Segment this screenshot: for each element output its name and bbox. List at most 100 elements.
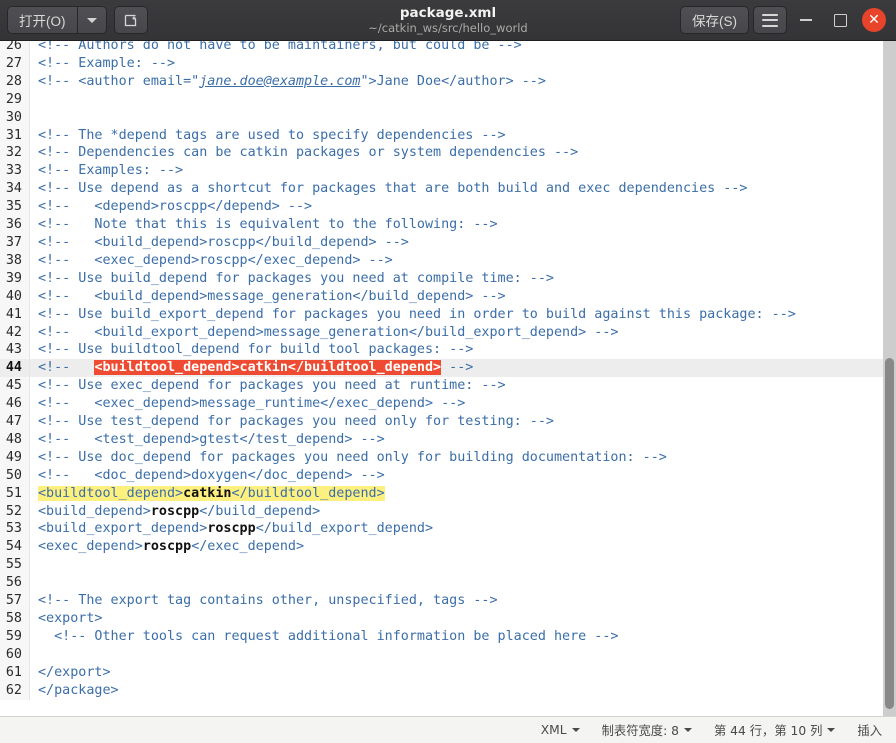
- code-line[interactable]: 46 <!-- <exec_depend>message_runtime</exe…: [0, 395, 883, 414]
- code-token: <!-- <build_depend>roscpp</build_depend>…: [38, 234, 409, 250]
- code-line-text[interactable]: <!-- Example: -->: [30, 55, 883, 73]
- code-line-text[interactable]: <buildtool_depend>catkin</buildtool_depe…: [30, 485, 883, 503]
- code-line[interactable]: 29​: [0, 90, 883, 109]
- close-icon: ✕: [862, 8, 886, 32]
- code-line-text[interactable]: <!-- Examples: -->: [30, 162, 883, 180]
- status-language-selector[interactable]: XML: [541, 723, 580, 737]
- code-line[interactable]: 42 <!-- <build_export_depend>message_gene…: [0, 323, 883, 342]
- code-line-text[interactable]: <!-- <author email="jane.doe@example.com…: [30, 73, 883, 91]
- status-bar: XML 制表符宽度: 8 第 44 行，第 10 列 插入: [0, 716, 896, 743]
- code-line[interactable]: 60​: [0, 645, 883, 664]
- status-cursor-position[interactable]: 第 44 行，第 10 列: [714, 721, 836, 739]
- code-line-text[interactable]: <!-- Use test_depend for packages you ne…: [30, 413, 883, 431]
- code-line-text[interactable]: ​: [30, 574, 883, 592]
- code-line[interactable]: 26 <!-- Authors do not have to be maintai…: [0, 41, 883, 55]
- code-line-text[interactable]: <!-- Use build_export_depend for package…: [30, 306, 883, 324]
- code-line[interactable]: 47 <!-- Use test_depend for packages you …: [0, 413, 883, 431]
- status-tab-width-selector[interactable]: 制表符宽度: 8: [602, 721, 692, 739]
- vertical-scrollbar-thumb[interactable]: [885, 358, 894, 710]
- code-line[interactable]: 34 <!-- Use depend as a shortcut for pack…: [0, 180, 883, 199]
- vertical-scrollbar[interactable]: [883, 41, 896, 716]
- code-line-text[interactable]: ​: [30, 556, 883, 574]
- code-line-text[interactable]: <!-- <doc_depend>doxygen</doc_depend> --…: [30, 467, 883, 485]
- code-line[interactable]: 39 <!-- Use build_depend for packages you…: [0, 269, 883, 288]
- code-line-text[interactable]: <!-- The export tag contains other, unsp…: [30, 592, 883, 610]
- code-viewport[interactable]: 26 <!-- Authors do not have to be maintai…: [0, 41, 883, 716]
- code-line-text[interactable]: <!-- Use build_depend for packages you n…: [30, 270, 883, 288]
- save-button-label: 保存(S): [692, 14, 737, 29]
- code-line[interactable]: 52 <build_depend>roscpp</build_depend>: [0, 502, 883, 521]
- code-line-text[interactable]: </package>: [30, 682, 883, 700]
- code-line[interactable]: 33 <!-- Examples: -->: [0, 162, 883, 181]
- code-line[interactable]: 40 <!-- <build_depend>message_generation<…: [0, 287, 883, 306]
- main-menu-button[interactable]: [753, 6, 787, 34]
- code-line[interactable]: 31 <!-- The *depend tags are used to spec…: [0, 126, 883, 145]
- code-line[interactable]: 38 <!-- <exec_depend>roscpp</exec_depend>…: [0, 251, 883, 270]
- code-line-text[interactable]: <!-- <test_depend>gtest</test_depend> --…: [30, 431, 883, 449]
- code-line[interactable]: 28 <!-- <author email="jane.doe@example.c…: [0, 72, 883, 91]
- close-button[interactable]: ✕: [859, 5, 889, 35]
- line-number: 31: [0, 126, 30, 145]
- code-line-text[interactable]: <!-- Use exec_depend for packages you ne…: [30, 377, 883, 395]
- code-line[interactable]: 54 <exec_depend>roscpp</exec_depend>: [0, 538, 883, 557]
- code-line[interactable]: 41 <!-- Use build_export_depend for packa…: [0, 305, 883, 324]
- code-line-text[interactable]: <build_depend>roscpp</build_depend>: [30, 503, 883, 521]
- code-line[interactable]: 45 <!-- Use exec_depend for packages you …: [0, 377, 883, 396]
- code-line[interactable]: 32 <!-- Dependencies can be catkin packag…: [0, 144, 883, 163]
- code-line[interactable]: 27 <!-- Example: -->: [0, 54, 883, 73]
- code-line-text[interactable]: <!-- Note that this is equivalent to the…: [30, 216, 883, 234]
- code-line-text[interactable]: <!-- <build_depend>message_generation</b…: [30, 288, 883, 306]
- code-line[interactable]: 50 <!-- <doc_depend>doxygen</doc_depend> …: [0, 466, 883, 485]
- code-line-text[interactable]: <!-- <exec_depend>roscpp</exec_depend> -…: [30, 252, 883, 270]
- status-insert-mode: 插入: [857, 721, 882, 739]
- code-line-text[interactable]: <!-- <build_export_depend>message_genera…: [30, 324, 883, 342]
- code-token: <!-- Examples: -->: [38, 163, 184, 179]
- code-line[interactable]: 59 <!-- Other tools can request addition…: [0, 627, 883, 646]
- code-line[interactable]: 61 </export>: [0, 663, 883, 682]
- code-line[interactable]: 51 <buildtool_depend>catkin</buildtool_de…: [0, 484, 883, 503]
- code-line[interactable]: 44 <!-- <buildtool_depend>catkin</buildto…: [0, 359, 883, 378]
- code-line-text[interactable]: <!-- <build_depend>roscpp</build_depend>…: [30, 234, 883, 252]
- code-line-text[interactable]: <build_export_depend>roscpp</build_expor…: [30, 520, 883, 538]
- code-line[interactable]: 48 <!-- <test_depend>gtest</test_depend> …: [0, 430, 883, 449]
- code-line-text[interactable]: ​: [30, 109, 883, 127]
- code-line[interactable]: 37 <!-- <build_depend>roscpp</build_depen…: [0, 233, 883, 252]
- code-line[interactable]: 55​: [0, 556, 883, 575]
- code-line-text[interactable]: <!-- The *depend tags are used to specif…: [30, 127, 883, 145]
- code-lines-container[interactable]: 26 <!-- Authors do not have to be maintai…: [0, 41, 883, 700]
- code-token: roscpp: [150, 503, 200, 519]
- save-button[interactable]: 保存(S): [680, 6, 749, 34]
- chevron-down-icon: [571, 728, 580, 732]
- code-line[interactable]: 53 <build_export_depend>roscpp</build_exp…: [0, 520, 883, 539]
- code-line-text[interactable]: <!-- Use depend as a shortcut for packag…: [30, 180, 883, 198]
- code-line-text[interactable]: <!-- Authors do not have to be maintaine…: [30, 41, 883, 55]
- open-recent-dropdown-button[interactable]: [76, 6, 107, 34]
- code-line-text[interactable]: <!-- <buildtool_depend>catkin</buildtool…: [30, 359, 883, 377]
- line-number: 38: [0, 251, 30, 270]
- minimize-button[interactable]: [791, 5, 821, 35]
- code-line[interactable]: 57 <!-- The export tag contains other, un…: [0, 592, 883, 610]
- code-line-text[interactable]: <!-- <depend>roscpp</depend> -->: [30, 198, 883, 216]
- code-line-text[interactable]: <export>: [30, 610, 883, 628]
- code-line-text[interactable]: <!-- <exec_depend>message_runtime</exec_…: [30, 395, 883, 413]
- line-number: 40: [0, 287, 30, 306]
- code-line-text[interactable]: <!-- Dependencies can be catkin packages…: [30, 144, 883, 162]
- code-line-text[interactable]: <exec_depend>roscpp</exec_depend>: [30, 538, 883, 556]
- code-line-text[interactable]: <!-- Other tools can request additional …: [30, 628, 883, 646]
- code-line[interactable]: 36 <!-- Note that this is equivalent to t…: [0, 216, 883, 234]
- code-line[interactable]: 30​: [0, 108, 883, 127]
- code-line[interactable]: 35 <!-- <depend>roscpp</depend> -->: [0, 198, 883, 217]
- code-line[interactable]: 49 <!-- Use doc_depend for packages you n…: [0, 448, 883, 467]
- code-line[interactable]: 62 </package>: [0, 681, 883, 700]
- code-line[interactable]: 56​: [0, 574, 883, 593]
- code-line[interactable]: 58 <export>: [0, 610, 883, 628]
- maximize-button[interactable]: [825, 5, 855, 35]
- code-line-text[interactable]: ​: [30, 646, 883, 664]
- code-line-text[interactable]: <!-- Use buildtool_depend for build tool…: [30, 341, 883, 359]
- code-line-text[interactable]: </export>: [30, 664, 883, 682]
- open-button[interactable]: 打开(O): [7, 6, 77, 34]
- code-line[interactable]: 43 <!-- Use buildtool_depend for build to…: [0, 341, 883, 360]
- code-line-text[interactable]: ​: [30, 91, 883, 109]
- new-document-button[interactable]: [113, 6, 148, 34]
- code-line-text[interactable]: <!-- Use doc_depend for packages you nee…: [30, 449, 883, 467]
